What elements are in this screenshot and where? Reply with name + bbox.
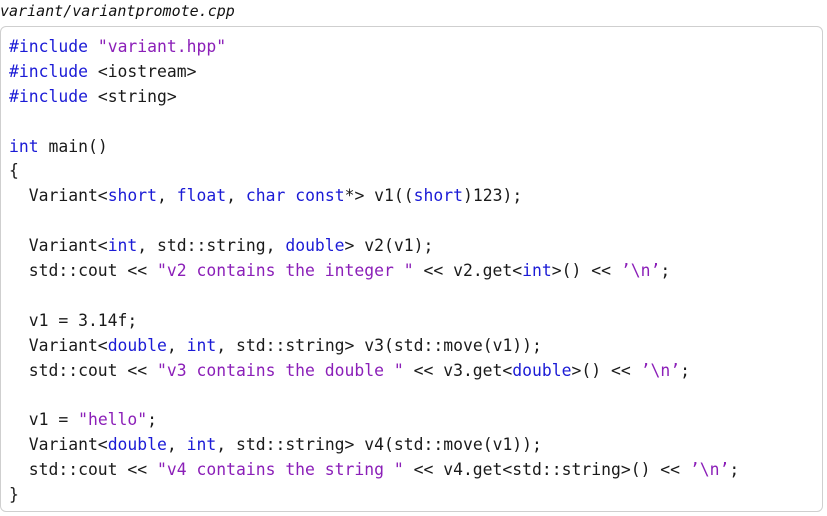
code-token: std::cout <<: [9, 460, 158, 480]
code-token: {: [9, 161, 19, 181]
code-listing-box: #include "variant.hpp" #include <iostream…: [0, 26, 823, 512]
code-token: ,: [166, 435, 187, 455]
code-token: }: [9, 485, 19, 505]
code-line: #include "variant.hpp": [9, 35, 739, 60]
code-line: Variant<int, std::string, double> v2(v1)…: [9, 234, 739, 259]
code-token: > v2(v1);: [344, 236, 434, 256]
code-line: #include <iostream>: [9, 60, 739, 85]
code-line: int main(): [9, 135, 739, 160]
file-name: variant/variantpromote.cpp: [0, 2, 235, 20]
code-token: ,: [226, 186, 246, 206]
code-token: ;: [147, 410, 158, 430]
code-line: Variant<short, float, char const*> v1((s…: [9, 184, 739, 209]
string-token: ’\n’: [640, 360, 681, 380]
code-token: ;: [729, 460, 740, 480]
string-token: ’\n’: [689, 460, 730, 480]
keyword-token: short: [413, 186, 463, 206]
string-token: "v4 contains the string ": [157, 460, 404, 480]
string-token: ’\n’: [620, 261, 661, 281]
code-token: << v2.get<: [413, 261, 523, 281]
code-token: Variant<: [9, 186, 108, 206]
keyword-token: short: [107, 186, 158, 206]
code-token: ,: [166, 335, 187, 355]
code-token: Variant<: [9, 236, 108, 256]
keyword-token: int: [186, 335, 217, 355]
code-line: v1 = "hello";: [9, 408, 739, 433]
keyword-token: #include: [9, 86, 88, 106]
code-line: std::cout << "v3 contains the double " <…: [9, 359, 739, 384]
code-token: Variant<: [9, 435, 108, 455]
string-token: "variant.hpp": [97, 37, 227, 56]
string-token: "v3 contains the double ": [157, 360, 404, 380]
code-line: Variant<double, int, std::string> v3(std…: [9, 334, 739, 359]
code-token: ;: [680, 360, 690, 380]
keyword-token: float: [176, 186, 227, 206]
keyword-token: int: [107, 236, 138, 256]
code-token: *> v1((: [344, 186, 414, 206]
code-token: , std::string> v4(std::move(v1));: [216, 435, 542, 455]
code-token: Variant<: [9, 335, 108, 355]
code-token: ,: [157, 186, 177, 206]
keyword-token: int: [522, 261, 552, 281]
code-line: std::cout << "v4 contains the string " <…: [9, 458, 740, 483]
code-line: Variant<double, int, std::string> v4(std…: [9, 433, 739, 458]
keyword-token: #include: [9, 61, 88, 81]
code-token: , std::string> v3(std::move(v1));: [216, 335, 542, 355]
code-token: ;: [660, 261, 671, 281]
keyword-token: double: [107, 335, 167, 355]
code-token: , std::string,: [137, 236, 286, 256]
string-token: "v2 contains the integer ": [157, 261, 414, 281]
keyword-token: #include: [9, 37, 88, 56]
code-token: v1 =: [9, 410, 79, 430]
code-line: #include <string>: [9, 85, 739, 110]
keyword-token: int: [9, 136, 39, 156]
code-line: }: [9, 483, 739, 508]
code-token: >() <<: [551, 261, 621, 281]
code-token: std::cout <<: [9, 360, 158, 380]
code-token: std::cout <<: [9, 261, 158, 281]
code-token: << v4.get<std::string>() <<: [403, 460, 690, 480]
code-token: <iostream>: [87, 61, 197, 81]
code-token: >() <<: [571, 360, 641, 380]
code-line: v1 = 3.14f;: [9, 309, 739, 334]
code-line: std::cout << "v2 contains the integer " …: [9, 259, 739, 284]
keyword-token: int: [186, 435, 217, 455]
code-line: {: [9, 159, 739, 184]
code-token: v1 = 3.14f;: [9, 310, 138, 330]
keyword-token: const: [295, 186, 345, 206]
code-token: << v3.get<: [403, 360, 513, 380]
keyword-token: double: [107, 435, 167, 455]
string-token: "hello": [78, 410, 148, 430]
code-listing: #include "variant.hpp" #include <iostream…: [9, 35, 739, 508]
keyword-token: char: [245, 186, 286, 206]
keyword-token: double: [285, 236, 345, 256]
code-token: <string>: [87, 86, 177, 106]
code-token: )123);: [463, 186, 523, 206]
code-token: main(): [38, 136, 108, 156]
keyword-token: double: [512, 360, 572, 380]
